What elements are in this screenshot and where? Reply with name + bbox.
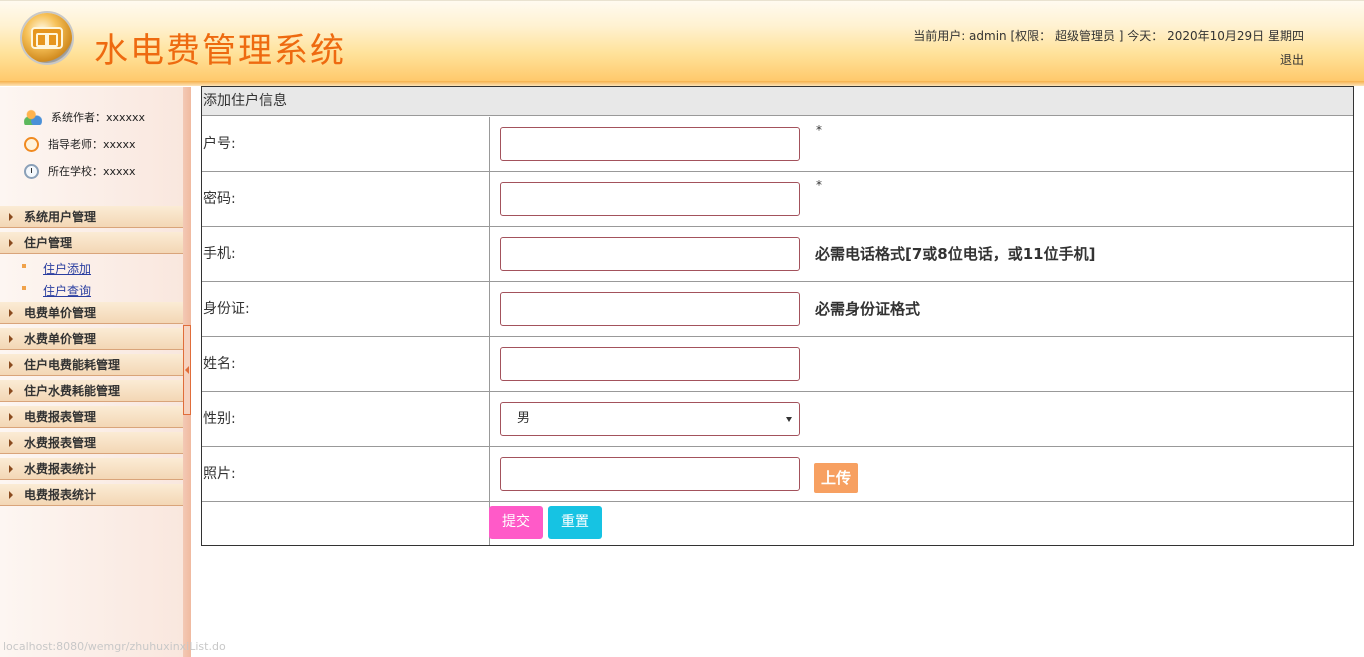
sidebar-subitem-query-resident[interactable]: 住户查询 bbox=[43, 282, 91, 299]
required-mark: * bbox=[816, 178, 822, 192]
menu-label: 电费单价管理 bbox=[24, 306, 97, 320]
add-resident-form: 添加住户信息 户号: * 密码: * 手机: 必需电话格式[7或8位电话，或11… bbox=[201, 86, 1354, 546]
sidebar-item-water-report[interactable]: 水费报表管理 bbox=[0, 432, 183, 454]
caret-right-icon bbox=[9, 413, 13, 421]
menu-label: 电费报表管理 bbox=[24, 410, 97, 424]
logout-link[interactable]: 退出 bbox=[1280, 51, 1304, 68]
sidebar-collapse-handle[interactable] bbox=[183, 325, 191, 415]
sidebar-info-author: 系统作者：xxxxxx bbox=[24, 109, 145, 125]
menu-label: 住户水费耗能管理 bbox=[24, 384, 121, 398]
photo-input[interactable] bbox=[500, 457, 800, 491]
caret-right-icon bbox=[9, 491, 13, 499]
caret-right-icon bbox=[9, 387, 13, 395]
field-label: 性别: bbox=[203, 411, 236, 427]
bullet-icon bbox=[22, 264, 26, 268]
sidebar-item-water-stats[interactable]: 水费报表统计 bbox=[0, 458, 183, 480]
app-logo-icon bbox=[22, 13, 72, 63]
dropdown-arrow-icon bbox=[786, 417, 792, 422]
menu-label: 水费单价管理 bbox=[24, 332, 97, 346]
account-input[interactable] bbox=[500, 127, 800, 161]
form-row-gender: 性别: 男 bbox=[202, 392, 1353, 447]
caret-right-icon bbox=[9, 361, 13, 369]
sidebar-item-water-usage[interactable]: 住户水费耗能管理 bbox=[0, 380, 183, 402]
alarm-icon bbox=[24, 136, 39, 152]
field-label: 密码: bbox=[203, 191, 236, 207]
users-icon bbox=[24, 109, 42, 125]
sidebar-info-school: 所在学校：xxxxx bbox=[24, 163, 136, 179]
field-label: 手机: bbox=[203, 246, 236, 262]
id-card-input[interactable] bbox=[500, 292, 800, 326]
menu-label: 系统用户管理 bbox=[24, 210, 97, 224]
author-text: 系统作者：xxxxxx bbox=[51, 111, 146, 124]
form-row-photo: 照片: 上传 bbox=[202, 447, 1353, 502]
caret-right-icon bbox=[9, 465, 13, 473]
field-label: 户号: bbox=[203, 136, 236, 152]
sidebar-item-electric-price[interactable]: 电费单价管理 bbox=[0, 302, 183, 324]
form-row-id-card: 身份证: 必需身份证格式 bbox=[202, 282, 1353, 337]
status-bar-url: localhost:8080/wemgr/zhuhuxinxiList.do bbox=[3, 640, 226, 653]
sidebar-item-electric-report[interactable]: 电费报表管理 bbox=[0, 406, 183, 428]
form-row-phone: 手机: 必需电话格式[7或8位电话，或11位手机] bbox=[202, 227, 1353, 282]
field-label: 照片: bbox=[203, 466, 236, 482]
id-card-format-hint: 必需身份证格式 bbox=[815, 300, 921, 318]
sidebar-item-system-users[interactable]: 系统用户管理 bbox=[0, 206, 183, 228]
caret-right-icon bbox=[9, 439, 13, 447]
form-row-password: 密码: * bbox=[202, 172, 1353, 227]
sidebar-item-electric-usage[interactable]: 住户电费能耗管理 bbox=[0, 354, 183, 376]
field-label: 姓名: bbox=[203, 356, 236, 372]
password-input[interactable] bbox=[500, 182, 800, 216]
bullet-icon bbox=[22, 286, 26, 290]
submit-button[interactable]: 提交 bbox=[489, 506, 543, 539]
phone-format-hint: 必需电话格式[7或8位电话，或11位手机] bbox=[815, 245, 1096, 263]
form-row-name: 姓名: bbox=[202, 337, 1353, 392]
clock-icon bbox=[24, 163, 39, 179]
menu-label: 电费报表统计 bbox=[24, 488, 97, 502]
required-mark: * bbox=[816, 123, 822, 137]
menu-label: 水费报表统计 bbox=[24, 462, 97, 476]
caret-right-icon bbox=[9, 335, 13, 343]
form-actions: 提交 重置 bbox=[202, 501, 1353, 545]
header-banner: 水电费管理系统 当前用户: admin [权限： 超级管理员 ] 今天： 202… bbox=[0, 0, 1364, 86]
reset-button[interactable]: 重置 bbox=[548, 506, 602, 539]
sidebar-item-water-price[interactable]: 水费单价管理 bbox=[0, 328, 183, 350]
current-user-info: 当前用户: admin [权限： 超级管理员 ] 今天： 2020年10月29日… bbox=[913, 29, 1304, 43]
collapse-arrow-icon bbox=[185, 366, 189, 374]
form-row-account: 户号: * bbox=[202, 117, 1353, 172]
form-title: 添加住户信息 bbox=[202, 87, 1353, 116]
name-input[interactable] bbox=[500, 347, 800, 381]
caret-right-icon bbox=[9, 213, 13, 221]
sidebar-item-electric-stats[interactable]: 电费报表统计 bbox=[0, 484, 183, 506]
field-label: 身份证: bbox=[203, 301, 250, 317]
phone-input[interactable] bbox=[500, 237, 800, 271]
caret-right-icon bbox=[9, 309, 13, 317]
menu-label: 住户管理 bbox=[24, 236, 73, 250]
menu-label: 住户电费能耗管理 bbox=[24, 358, 121, 372]
teacher-text: 指导老师：xxxxx bbox=[48, 138, 136, 151]
sidebar-subitem-add-resident[interactable]: 住户添加 bbox=[43, 260, 91, 277]
caret-right-icon bbox=[9, 239, 13, 247]
gender-selected-value: 男 bbox=[517, 411, 531, 426]
sidebar-info-teacher: 指导老师：xxxxx bbox=[24, 136, 136, 152]
sidebar-item-residents[interactable]: 住户管理 bbox=[0, 232, 183, 254]
menu-label: 水费报表管理 bbox=[24, 436, 97, 450]
upload-button[interactable]: 上传 bbox=[814, 463, 858, 493]
app-title: 水电费管理系统 bbox=[94, 31, 346, 71]
gender-select[interactable]: 男 bbox=[500, 402, 800, 436]
school-text: 所在学校：xxxxx bbox=[48, 165, 136, 178]
